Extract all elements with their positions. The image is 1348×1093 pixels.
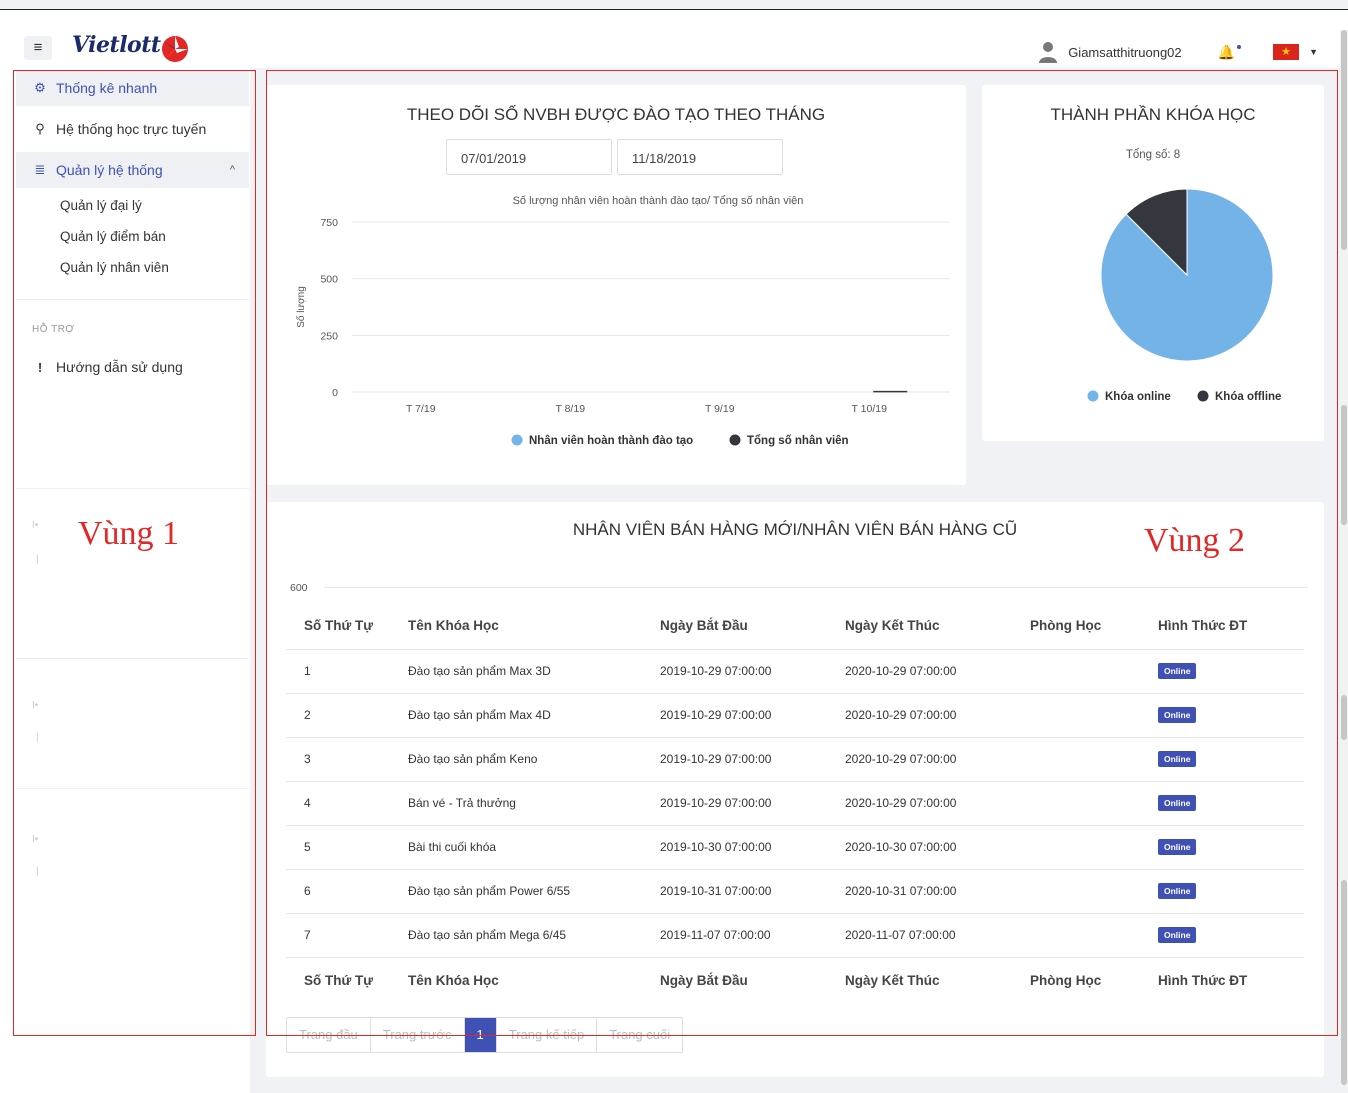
scrollbar-thumb[interactable] — [1341, 880, 1347, 1085]
user-area: Giamsatthitruong02 🔔 ★ ▼ — [1038, 40, 1318, 64]
user-avatar-icon[interactable] — [1038, 41, 1058, 63]
username[interactable]: Giamsatthitruong02 — [1068, 45, 1181, 60]
logo-mark-icon — [162, 36, 188, 62]
vietlott-logo[interactable]: Vietlott — [72, 32, 161, 58]
zone1-box — [13, 70, 256, 1036]
chevron-down-icon[interactable]: ▼ — [1309, 47, 1318, 57]
vietnam-flag-icon[interactable]: ★ — [1273, 44, 1300, 60]
scrollbar-thumb[interactable] — [1341, 405, 1347, 525]
page: ≡ Vietlott Giamsatthitruong02 🔔 ★ ▼ ⚙ Th… — [0, 0, 1348, 1093]
zone1-label: Vùng 1 — [78, 515, 180, 552]
scrollbar-thumb[interactable] — [1341, 695, 1347, 740]
bell-icon[interactable]: 🔔 — [1218, 44, 1235, 61]
scrollbar-thumb[interactable] — [1341, 30, 1347, 250]
page-scrollbar[interactable] — [1340, 30, 1348, 1090]
notification-dot — [1237, 45, 1242, 49]
hamburger-icon[interactable]: ≡ — [24, 36, 52, 60]
header: ≡ Vietlott Giamsatthitruong02 🔔 ★ ▼ — [0, 10, 1348, 68]
zone2-label: Vùng 2 — [1144, 522, 1246, 559]
